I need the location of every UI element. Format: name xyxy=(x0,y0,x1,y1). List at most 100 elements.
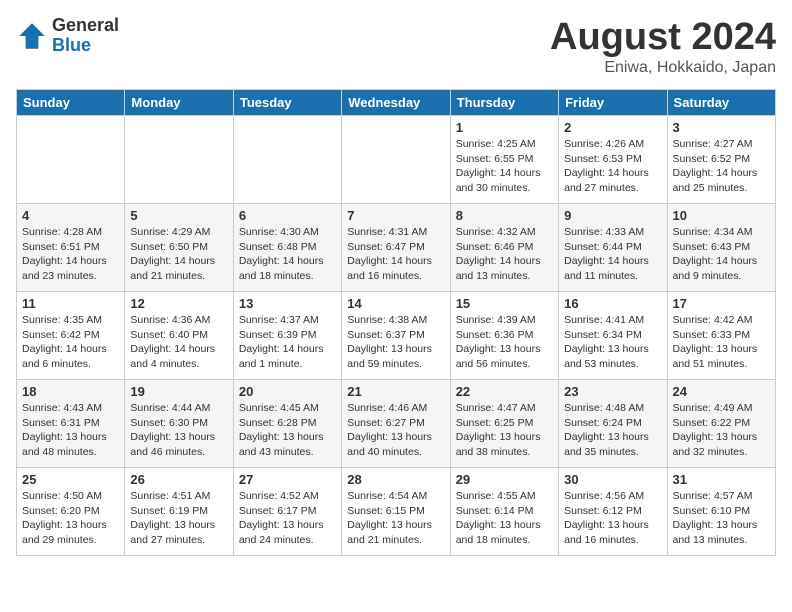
day-number: 4 xyxy=(22,208,119,223)
calendar-week-row: 1Sunrise: 4:25 AM Sunset: 6:55 PM Daylig… xyxy=(17,116,776,204)
calendar-cell: 18Sunrise: 4:43 AM Sunset: 6:31 PM Dayli… xyxy=(17,380,125,468)
logo-icon xyxy=(16,20,48,52)
day-number: 26 xyxy=(130,472,227,487)
day-number: 23 xyxy=(564,384,661,399)
calendar-cell: 9 Sunrise: 4:33 AM Sunset: 6:44 PM Daylig… xyxy=(559,204,667,292)
day-number: 17 xyxy=(673,296,770,311)
month-year-title: August 2024 xyxy=(550,16,776,59)
day-info: Sunrise: 4:29 AM Sunset: 6:50 PM Dayligh… xyxy=(130,225,227,284)
calendar-cell xyxy=(233,116,341,204)
day-number: 24 xyxy=(673,384,770,399)
weekday-header-monday: Monday xyxy=(125,90,233,116)
day-info: Sunrise: 4:47 AM Sunset: 6:25 PM Dayligh… xyxy=(456,401,553,460)
day-number: 12 xyxy=(130,296,227,311)
day-info: Sunrise: 4:35 AM Sunset: 6:42 PM Dayligh… xyxy=(22,313,119,372)
calendar-cell: 24 Sunrise: 4:49 AM Sunset: 6:22 PM Dayli… xyxy=(667,380,775,468)
calendar-cell: 13Sunrise: 4:37 AM Sunset: 6:39 PM Dayli… xyxy=(233,292,341,380)
calendar-cell: 30 Sunrise: 4:56 AM Sunset: 6:12 PM Dayli… xyxy=(559,468,667,556)
calendar-cell: 3 Sunrise: 4:27 AM Sunset: 6:52 PM Daylig… xyxy=(667,116,775,204)
day-info: Sunrise: 4:56 AM Sunset: 6:12 PM Dayligh… xyxy=(564,489,661,548)
day-info: Sunrise: 4:38 AM Sunset: 6:37 PM Dayligh… xyxy=(347,313,444,372)
calendar-cell: 16Sunrise: 4:41 AM Sunset: 6:34 PM Dayli… xyxy=(559,292,667,380)
day-number: 27 xyxy=(239,472,336,487)
day-info: Sunrise: 4:46 AM Sunset: 6:27 PM Dayligh… xyxy=(347,401,444,460)
day-info: Sunrise: 4:31 AM Sunset: 6:47 PM Dayligh… xyxy=(347,225,444,284)
calendar-cell: 11 Sunrise: 4:35 AM Sunset: 6:42 PM Dayli… xyxy=(17,292,125,380)
day-info: Sunrise: 4:54 AM Sunset: 6:15 PM Dayligh… xyxy=(347,489,444,548)
calendar-cell: 14 Sunrise: 4:38 AM Sunset: 6:37 PM Dayli… xyxy=(342,292,450,380)
weekday-header-friday: Friday xyxy=(559,90,667,116)
day-info: Sunrise: 4:51 AM Sunset: 6:19 PM Dayligh… xyxy=(130,489,227,548)
day-number: 31 xyxy=(673,472,770,487)
logo-text: General Blue xyxy=(52,16,119,56)
calendar-cell: 22 Sunrise: 4:47 AM Sunset: 6:25 PM Dayli… xyxy=(450,380,558,468)
day-info: Sunrise: 4:32 AM Sunset: 6:46 PM Dayligh… xyxy=(456,225,553,284)
day-number: 13 xyxy=(239,296,336,311)
day-number: 16 xyxy=(564,296,661,311)
day-info: Sunrise: 4:30 AM Sunset: 6:48 PM Dayligh… xyxy=(239,225,336,284)
day-info: Sunrise: 4:33 AM Sunset: 6:44 PM Dayligh… xyxy=(564,225,661,284)
calendar-cell: 6 Sunrise: 4:30 AM Sunset: 6:48 PM Daylig… xyxy=(233,204,341,292)
day-number: 15 xyxy=(456,296,553,311)
day-number: 2 xyxy=(564,120,661,135)
day-number: 28 xyxy=(347,472,444,487)
day-info: Sunrise: 4:42 AM Sunset: 6:33 PM Dayligh… xyxy=(673,313,770,372)
calendar-cell: 21Sunrise: 4:46 AM Sunset: 6:27 PM Dayli… xyxy=(342,380,450,468)
day-number: 20 xyxy=(239,384,336,399)
weekday-header-wednesday: Wednesday xyxy=(342,90,450,116)
day-info: Sunrise: 4:26 AM Sunset: 6:53 PM Dayligh… xyxy=(564,137,661,196)
day-number: 7 xyxy=(347,208,444,223)
calendar-cell: 17 Sunrise: 4:42 AM Sunset: 6:33 PM Dayli… xyxy=(667,292,775,380)
day-number: 6 xyxy=(239,208,336,223)
day-number: 1 xyxy=(456,120,553,135)
calendar-cell: 2 Sunrise: 4:26 AM Sunset: 6:53 PM Daylig… xyxy=(559,116,667,204)
calendar-cell: 26 Sunrise: 4:51 AM Sunset: 6:19 PM Dayli… xyxy=(125,468,233,556)
calendar-cell xyxy=(17,116,125,204)
day-number: 11 xyxy=(22,296,119,311)
weekday-header-sunday: Sunday xyxy=(17,90,125,116)
calendar-cell xyxy=(342,116,450,204)
location-subtitle: Eniwa, Hokkaido, Japan xyxy=(550,59,776,77)
weekday-header-row: SundayMondayTuesdayWednesdayThursdayFrid… xyxy=(17,90,776,116)
day-info: Sunrise: 4:50 AM Sunset: 6:20 PM Dayligh… xyxy=(22,489,119,548)
day-number: 3 xyxy=(673,120,770,135)
calendar-cell: 25 Sunrise: 4:50 AM Sunset: 6:20 PM Dayli… xyxy=(17,468,125,556)
calendar-cell: 19Sunrise: 4:44 AM Sunset: 6:30 PM Dayli… xyxy=(125,380,233,468)
day-info: Sunrise: 4:39 AM Sunset: 6:36 PM Dayligh… xyxy=(456,313,553,372)
calendar-table: SundayMondayTuesdayWednesdayThursdayFrid… xyxy=(16,89,776,556)
day-info: Sunrise: 4:28 AM Sunset: 6:51 PM Dayligh… xyxy=(22,225,119,284)
logo-blue: Blue xyxy=(52,36,119,56)
day-number: 19 xyxy=(130,384,227,399)
day-info: Sunrise: 4:49 AM Sunset: 6:22 PM Dayligh… xyxy=(673,401,770,460)
day-number: 14 xyxy=(347,296,444,311)
day-info: Sunrise: 4:57 AM Sunset: 6:10 PM Dayligh… xyxy=(673,489,770,548)
calendar-cell: 15 Sunrise: 4:39 AM Sunset: 6:36 PM Dayli… xyxy=(450,292,558,380)
day-number: 29 xyxy=(456,472,553,487)
calendar-cell xyxy=(125,116,233,204)
day-info: Sunrise: 4:52 AM Sunset: 6:17 PM Dayligh… xyxy=(239,489,336,548)
day-number: 5 xyxy=(130,208,227,223)
weekday-header-thursday: Thursday xyxy=(450,90,558,116)
calendar-cell: 5 Sunrise: 4:29 AM Sunset: 6:50 PM Daylig… xyxy=(125,204,233,292)
calendar-cell: 23 Sunrise: 4:48 AM Sunset: 6:24 PM Dayli… xyxy=(559,380,667,468)
calendar-cell: 7 Sunrise: 4:31 AM Sunset: 6:47 PM Daylig… xyxy=(342,204,450,292)
weekday-header-tuesday: Tuesday xyxy=(233,90,341,116)
day-info: Sunrise: 4:27 AM Sunset: 6:52 PM Dayligh… xyxy=(673,137,770,196)
day-number: 9 xyxy=(564,208,661,223)
calendar-cell: 20 Sunrise: 4:45 AM Sunset: 6:28 PM Dayli… xyxy=(233,380,341,468)
title-block: August 2024 Eniwa, Hokkaido, Japan xyxy=(550,16,776,77)
logo: General Blue xyxy=(16,16,119,56)
day-number: 25 xyxy=(22,472,119,487)
calendar-cell: 31 Sunrise: 4:57 AM Sunset: 6:10 PM Dayli… xyxy=(667,468,775,556)
day-info: Sunrise: 4:43 AM Sunset: 6:31 PM Dayligh… xyxy=(22,401,119,460)
day-info: Sunrise: 4:48 AM Sunset: 6:24 PM Dayligh… xyxy=(564,401,661,460)
day-info: Sunrise: 4:34 AM Sunset: 6:43 PM Dayligh… xyxy=(673,225,770,284)
calendar-cell: 12Sunrise: 4:36 AM Sunset: 6:40 PM Dayli… xyxy=(125,292,233,380)
calendar-cell: 8 Sunrise: 4:32 AM Sunset: 6:46 PM Daylig… xyxy=(450,204,558,292)
day-number: 22 xyxy=(456,384,553,399)
day-number: 8 xyxy=(456,208,553,223)
day-info: Sunrise: 4:45 AM Sunset: 6:28 PM Dayligh… xyxy=(239,401,336,460)
calendar-week-row: 4 Sunrise: 4:28 AM Sunset: 6:51 PM Daylig… xyxy=(17,204,776,292)
calendar-cell: 28 Sunrise: 4:54 AM Sunset: 6:15 PM Dayli… xyxy=(342,468,450,556)
day-number: 30 xyxy=(564,472,661,487)
